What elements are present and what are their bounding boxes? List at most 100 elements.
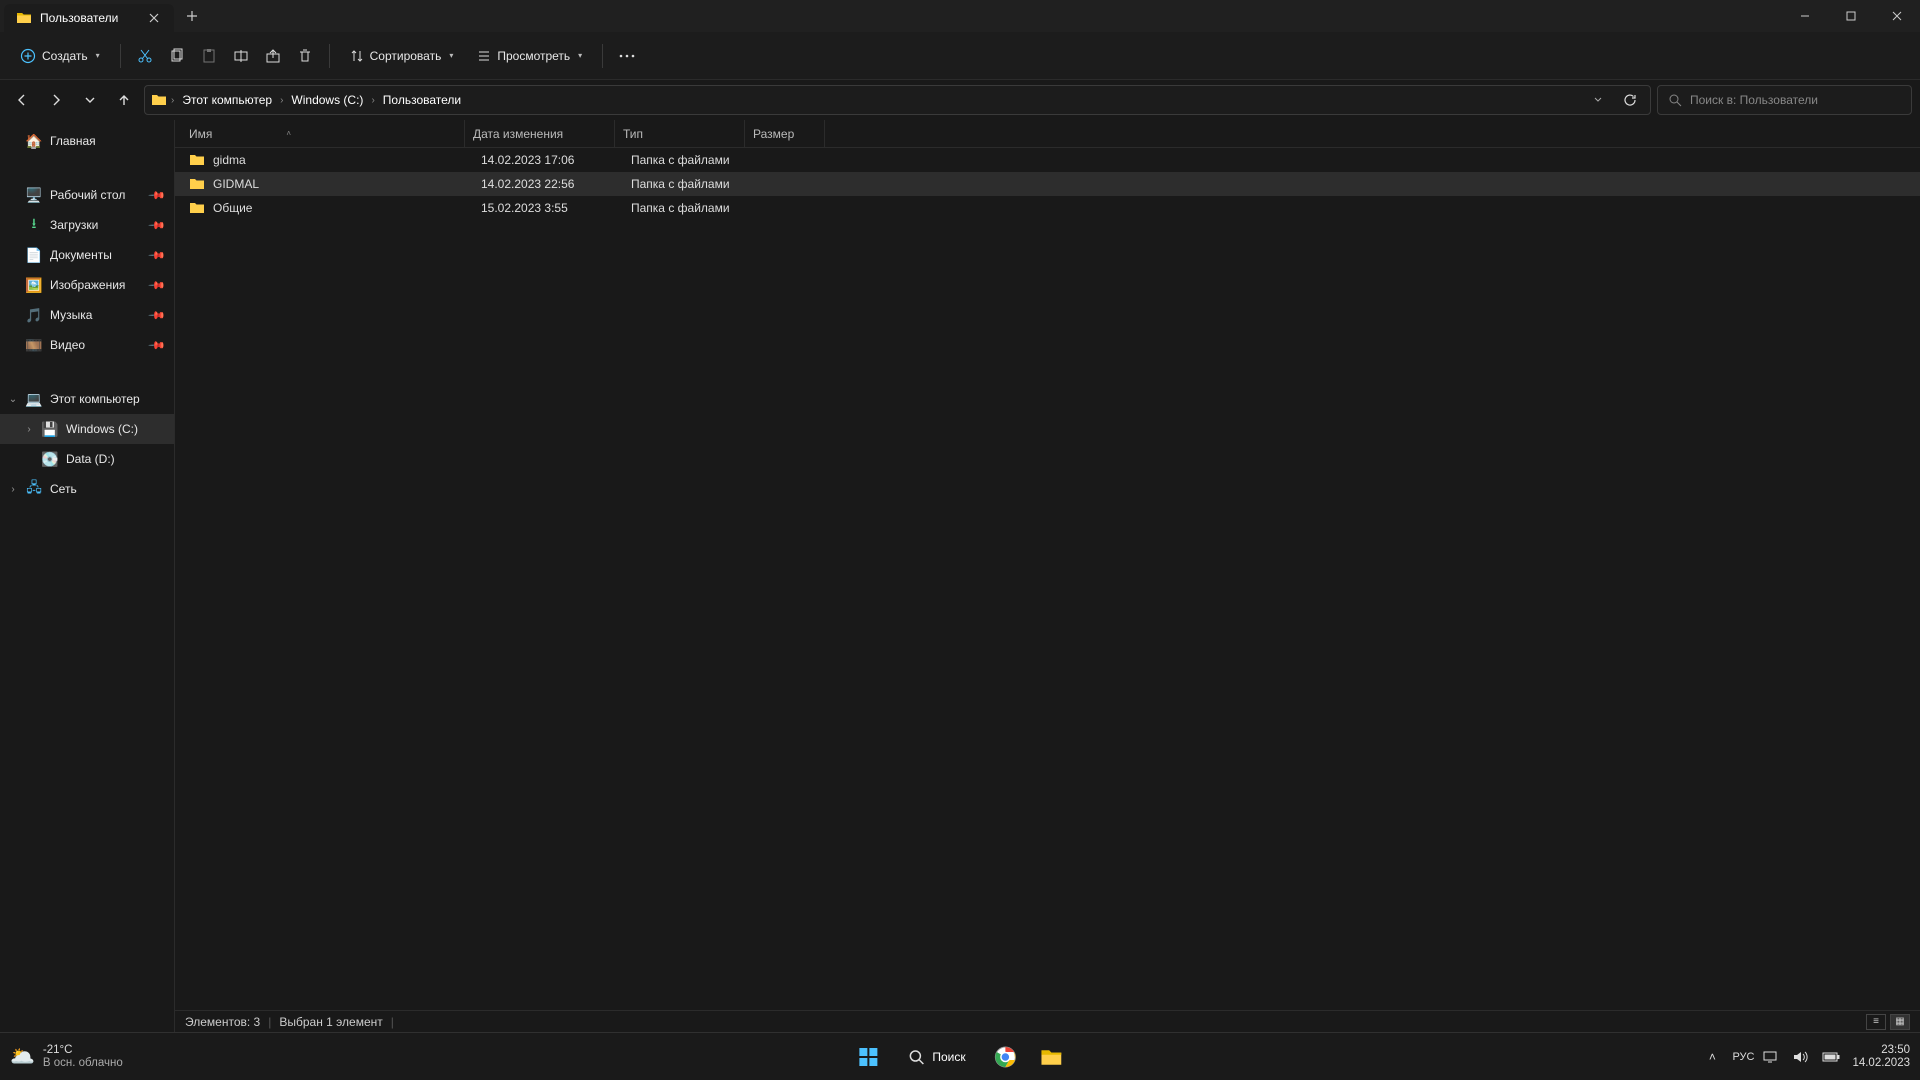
pc-icon: 💻 — [26, 391, 42, 407]
status-count: Элементов: 3 — [185, 1015, 260, 1029]
weather-icon: 🌥️ — [10, 1044, 35, 1069]
file-name: GIDMAL — [213, 177, 259, 191]
taskbar-search-label: Поиск — [932, 1050, 965, 1064]
table-row[interactable]: gidma14.02.2023 17:06Папка с файлами — [175, 148, 1920, 172]
col-type[interactable]: Тип — [615, 120, 745, 147]
view-details-icon[interactable]: ≡ — [1866, 1014, 1886, 1030]
search-box[interactable] — [1657, 85, 1912, 115]
pictures-icon: 🖼️ — [26, 277, 42, 293]
up-button[interactable] — [110, 86, 138, 114]
back-button[interactable] — [8, 86, 36, 114]
maximize-button[interactable] — [1828, 0, 1874, 32]
close-tab-icon[interactable] — [146, 10, 162, 26]
crumb-users[interactable]: Пользователи — [379, 91, 465, 109]
sidebar-pictures[interactable]: 🖼️ Изображения 📌 — [0, 270, 174, 300]
more-icon[interactable] — [613, 42, 641, 70]
pin-icon: 📌 — [148, 246, 167, 265]
weather-widget[interactable]: 🌥️ -21°C В осн. облачно — [10, 1044, 123, 1069]
sort-button-label: Сортировать — [370, 49, 442, 63]
crumb-c-drive[interactable]: Windows (C:) — [287, 91, 367, 109]
expand-icon[interactable]: › — [22, 424, 36, 435]
forward-button[interactable] — [42, 86, 70, 114]
tray-volume-icon[interactable] — [1792, 1050, 1812, 1064]
delete-icon[interactable] — [291, 42, 319, 70]
taskbar-chrome[interactable] — [986, 1037, 1026, 1077]
search-input[interactable] — [1690, 93, 1901, 107]
weather-temp: -21°C — [43, 1044, 123, 1056]
file-list[interactable]: gidma14.02.2023 17:06Папка с файламиGIDM… — [175, 148, 1920, 1010]
expand-icon[interactable]: › — [6, 484, 20, 495]
col-date[interactable]: Дата изменения — [465, 120, 615, 147]
col-size[interactable]: Размер — [745, 120, 825, 147]
status-bar: Элементов: 3 | Выбран 1 элемент | ≡ ▦ — [175, 1010, 1920, 1032]
table-row[interactable]: GIDMAL14.02.2023 22:56Папка с файлами — [175, 172, 1920, 196]
address-bar[interactable]: › Этот компьютер › Windows (C:) › Пользо… — [144, 85, 1651, 115]
chevron-down-icon: ▾ — [449, 51, 453, 60]
view-button[interactable]: Просмотреть ▾ — [467, 43, 592, 69]
tray-language[interactable]: РУС — [1732, 1051, 1752, 1063]
address-dropdown-icon[interactable] — [1584, 86, 1612, 114]
new-button[interactable]: Создать ▾ — [10, 42, 110, 70]
refresh-icon[interactable] — [1616, 86, 1644, 114]
folder-icon — [189, 152, 205, 168]
chevron-down-icon: ▾ — [578, 51, 582, 60]
system-tray: ˄ РУС 23:50 14.02.2023 — [1702, 1044, 1910, 1069]
taskbar-search[interactable]: Поиск — [894, 1039, 979, 1075]
sidebar-videos[interactable]: 🎞️ Видео 📌 — [0, 330, 174, 360]
taskbar: 🌥️ -21°C В осн. облачно Поиск ˄ РУС 23:5… — [0, 1032, 1920, 1080]
body: 🏠 Главная 🖥️ Рабочий стол 📌 ⭳ Загрузки 📌… — [0, 120, 1920, 1032]
tray-network-icon[interactable] — [1762, 1050, 1782, 1064]
chevron-right-icon[interactable]: › — [371, 95, 374, 106]
sidebar-network[interactable]: › 🖧 Сеть — [0, 474, 174, 504]
tray-time: 23:50 — [1852, 1044, 1910, 1057]
col-name[interactable]: Имя ˄ — [175, 120, 465, 147]
separator — [329, 44, 330, 68]
tray-clock[interactable]: 23:50 14.02.2023 — [1852, 1044, 1910, 1069]
sidebar-desktop[interactable]: 🖥️ Рабочий стол 📌 — [0, 180, 174, 210]
recent-button[interactable] — [76, 86, 104, 114]
sidebar-music[interactable]: 🎵 Музыка 📌 — [0, 300, 174, 330]
sidebar-downloads[interactable]: ⭳ Загрузки 📌 — [0, 210, 174, 240]
network-icon: 🖧 — [26, 481, 42, 497]
chevron-right-icon[interactable]: › — [171, 95, 174, 106]
new-tab-button[interactable] — [174, 0, 210, 32]
sort-asc-icon: ˄ — [286, 129, 291, 138]
start-button[interactable] — [848, 1037, 888, 1077]
file-type: Папка с файлами — [623, 153, 753, 167]
separator — [602, 44, 603, 68]
pin-icon: 📌 — [148, 216, 167, 235]
navbar: › Этот компьютер › Windows (C:) › Пользо… — [0, 80, 1920, 120]
sidebar-documents[interactable]: 📄 Документы 📌 — [0, 240, 174, 270]
toolbar: Создать ▾ Сортировать ▾ Просмотреть ▾ — [0, 32, 1920, 80]
sidebar-home[interactable]: 🏠 Главная — [0, 126, 174, 156]
folder-icon — [189, 176, 205, 192]
tray-battery-icon[interactable] — [1822, 1051, 1842, 1063]
desktop-icon: 🖥️ — [26, 187, 42, 203]
new-button-label: Создать — [42, 49, 88, 63]
tab-title: Пользователи — [40, 11, 118, 25]
sidebar-this-pc[interactable]: ⌄ 💻 Этот компьютер — [0, 384, 174, 414]
cut-icon[interactable] — [131, 42, 159, 70]
copy-icon[interactable] — [163, 42, 191, 70]
search-icon — [1668, 93, 1682, 107]
collapse-icon[interactable]: ⌄ — [6, 394, 20, 405]
sidebar-d-drive[interactable]: 💽 Data (D:) — [0, 444, 174, 474]
crumb-this-pc[interactable]: Этот компьютер — [178, 91, 276, 109]
music-icon: 🎵 — [26, 307, 42, 323]
file-date: 15.02.2023 3:55 — [473, 201, 623, 215]
table-row[interactable]: Общие15.02.2023 3:55Папка с файлами — [175, 196, 1920, 220]
file-type: Папка с файлами — [623, 201, 753, 215]
taskbar-explorer[interactable] — [1032, 1037, 1072, 1077]
view-grid-icon[interactable]: ▦ — [1890, 1014, 1910, 1030]
chevron-right-icon[interactable]: › — [280, 95, 283, 106]
column-headers: Имя ˄ Дата изменения Тип Размер — [175, 120, 1920, 148]
rename-icon[interactable] — [227, 42, 255, 70]
minimize-button[interactable] — [1782, 0, 1828, 32]
sort-button[interactable]: Сортировать ▾ — [340, 43, 464, 69]
share-icon[interactable] — [259, 42, 287, 70]
sidebar-c-drive[interactable]: › 💾 Windows (C:) — [0, 414, 174, 444]
tab-users[interactable]: Пользователи — [4, 4, 174, 32]
tray-overflow-icon[interactable]: ˄ — [1702, 1050, 1722, 1064]
drive-icon: 💽 — [42, 451, 58, 467]
close-window-button[interactable] — [1874, 0, 1920, 32]
